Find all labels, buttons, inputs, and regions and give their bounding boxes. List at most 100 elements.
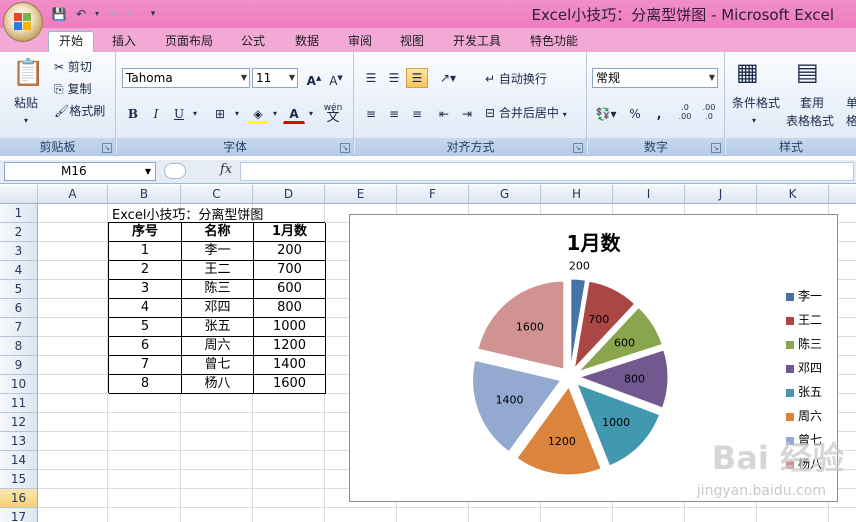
tab-insert[interactable]: 插入 xyxy=(112,32,136,52)
italic-button[interactable]: I xyxy=(145,104,167,124)
column-header-h[interactable]: H xyxy=(541,185,613,204)
legend-item[interactable]: 邓四 xyxy=(786,359,822,376)
table-cell[interactable]: 200 xyxy=(254,242,326,261)
column-header-j[interactable]: J xyxy=(685,185,757,204)
font-name-select[interactable]: Tahoma ▼ xyxy=(122,68,250,88)
tab-data[interactable]: 数据 xyxy=(295,32,319,52)
tab-view[interactable]: 视图 xyxy=(400,32,424,52)
comma-button[interactable]: , xyxy=(648,104,670,124)
percent-button[interactable]: % xyxy=(624,104,646,124)
decrease-decimal-button[interactable]: .00 .0 xyxy=(698,102,720,122)
table-cell[interactable]: 3 xyxy=(109,280,182,299)
font-color-dropdown-icon[interactable]: ▾ xyxy=(305,104,317,124)
column-header-b[interactable]: B xyxy=(108,185,181,204)
row-header-2[interactable]: 2 xyxy=(0,223,38,242)
pie-data-label[interactable]: 1600 xyxy=(516,320,544,333)
table-cell[interactable]: 周六 xyxy=(182,337,254,356)
increase-decimal-button[interactable]: .0 .00 xyxy=(674,102,696,122)
table-cell[interactable]: 600 xyxy=(254,280,326,299)
table-cell[interactable]: 1000 xyxy=(254,318,326,337)
row-header-13[interactable]: 13 xyxy=(0,432,38,451)
row-header-16[interactable]: 16 xyxy=(0,489,38,508)
font-launcher-icon[interactable]: ↘ xyxy=(340,143,350,153)
shrink-font-button[interactable]: A▼ xyxy=(325,68,347,88)
table-cell[interactable]: 杨八 xyxy=(182,375,254,394)
column-header-g[interactable]: G xyxy=(469,185,541,204)
table-cell[interactable]: 邓四 xyxy=(182,299,254,318)
select-all-corner[interactable] xyxy=(0,185,38,204)
number-format-select[interactable]: 常规 ▼ xyxy=(592,68,718,88)
wrap-text-button[interactable]: ↵ 自动换行 xyxy=(485,70,547,88)
table-cell[interactable]: 1 xyxy=(109,242,182,261)
table-header-cell[interactable]: 名称 xyxy=(182,223,254,242)
table-cell[interactable]: 陈三 xyxy=(182,280,254,299)
conditional-format-button[interactable]: 条件格式 xyxy=(732,94,780,112)
tab-special-features[interactable]: 特色功能 xyxy=(530,32,578,52)
clipboard-launcher-icon[interactable]: ↘ xyxy=(102,143,112,153)
row-header-8[interactable]: 8 xyxy=(0,337,38,356)
cell-styles-button[interactable]: 单 xyxy=(846,94,856,112)
table-cell[interactable]: 6 xyxy=(109,337,182,356)
table-cell[interactable]: 曾七 xyxy=(182,356,254,375)
tab-page-layout[interactable]: 页面布局 xyxy=(165,32,213,52)
table-cell[interactable]: 2 xyxy=(109,261,182,280)
pie-data-label[interactable]: 200 xyxy=(569,259,590,272)
align-center-button[interactable]: ≡ xyxy=(383,104,405,124)
redo-dropdown-icon[interactable]: ▾ xyxy=(120,5,138,23)
decrease-indent-button[interactable]: ⇤ xyxy=(433,104,455,124)
align-bottom-button[interactable]: ☰ xyxy=(406,68,428,88)
row-header-1[interactable]: 1 xyxy=(0,204,38,223)
row-header-7[interactable]: 7 xyxy=(0,318,38,337)
row-header-5[interactable]: 5 xyxy=(0,280,38,299)
customize-qat-icon[interactable]: ▾ xyxy=(144,5,162,23)
tab-developer[interactable]: 开发工具 xyxy=(453,32,501,52)
paste-dropdown-icon[interactable]: ▾ xyxy=(24,112,28,130)
paste-button[interactable]: 粘贴 xyxy=(14,94,38,112)
sheet-title-cell[interactable]: Excel小技巧：分离型饼图 xyxy=(112,204,263,223)
column-header-e[interactable]: E xyxy=(325,185,397,204)
table-cell[interactable]: 张五 xyxy=(182,318,254,337)
pie-data-label[interactable]: 800 xyxy=(624,372,645,385)
increase-indent-button[interactable]: ⇥ xyxy=(456,104,478,124)
legend-item[interactable]: 周六 xyxy=(786,407,822,424)
pie-data-label[interactable]: 1400 xyxy=(495,394,523,407)
formula-input[interactable] xyxy=(240,162,854,181)
table-cell[interactable]: 700 xyxy=(254,261,326,280)
insert-function-button[interactable]: fx xyxy=(220,162,232,177)
name-box[interactable]: M16 ▼ xyxy=(4,162,156,181)
column-header-a[interactable]: A xyxy=(38,185,108,204)
table-cell[interactable]: 1400 xyxy=(254,356,326,375)
row-header-17[interactable]: 17 xyxy=(0,508,38,522)
align-right-button[interactable]: ≡ xyxy=(406,104,428,124)
column-header-partial[interactable] xyxy=(829,185,856,204)
copy-button[interactable]: ⎘ 复制 xyxy=(54,80,91,98)
borders-button[interactable]: ⊞ xyxy=(209,104,231,124)
column-header-k[interactable]: K xyxy=(757,185,829,204)
row-header-10[interactable]: 10 xyxy=(0,375,38,394)
row-header-14[interactable]: 14 xyxy=(0,451,38,470)
pie-data-label[interactable]: 700 xyxy=(588,313,609,326)
fill-color-dropdown-icon[interactable]: ▾ xyxy=(269,104,281,124)
table-cell[interactable]: 5 xyxy=(109,318,182,337)
table-cell[interactable]: 7 xyxy=(109,356,182,375)
table-cell[interactable]: 4 xyxy=(109,299,182,318)
tab-home[interactable]: 开始 xyxy=(48,31,95,53)
grow-font-button[interactable]: A▲ xyxy=(303,68,325,88)
orientation-button[interactable]: ↗▾ xyxy=(433,68,463,88)
row-header-11[interactable]: 11 xyxy=(0,394,38,413)
merge-center-button[interactable]: ⊟ 合并后居中 ▾ xyxy=(485,104,567,124)
table-cell[interactable]: 李一 xyxy=(182,242,254,261)
paste-icon[interactable]: 📋 xyxy=(12,58,44,88)
accounting-format-button[interactable]: 💱▾ xyxy=(592,104,620,124)
align-top-button[interactable]: ☰ xyxy=(360,68,382,88)
formula-expand-handle[interactable] xyxy=(164,163,186,179)
phonetic-button[interactable]: wén 文 xyxy=(319,102,347,124)
table-cell[interactable]: 王二 xyxy=(182,261,254,280)
table-header-cell[interactable]: 序号 xyxy=(109,223,182,242)
font-size-select[interactable]: 11 ▼ xyxy=(252,68,298,88)
column-header-c[interactable]: C xyxy=(181,185,253,204)
table-cell[interactable]: 800 xyxy=(254,299,326,318)
column-header-i[interactable]: I xyxy=(613,185,685,204)
format-as-table-button[interactable]: 套用 xyxy=(800,94,824,112)
pie-data-label[interactable]: 1000 xyxy=(602,416,630,429)
